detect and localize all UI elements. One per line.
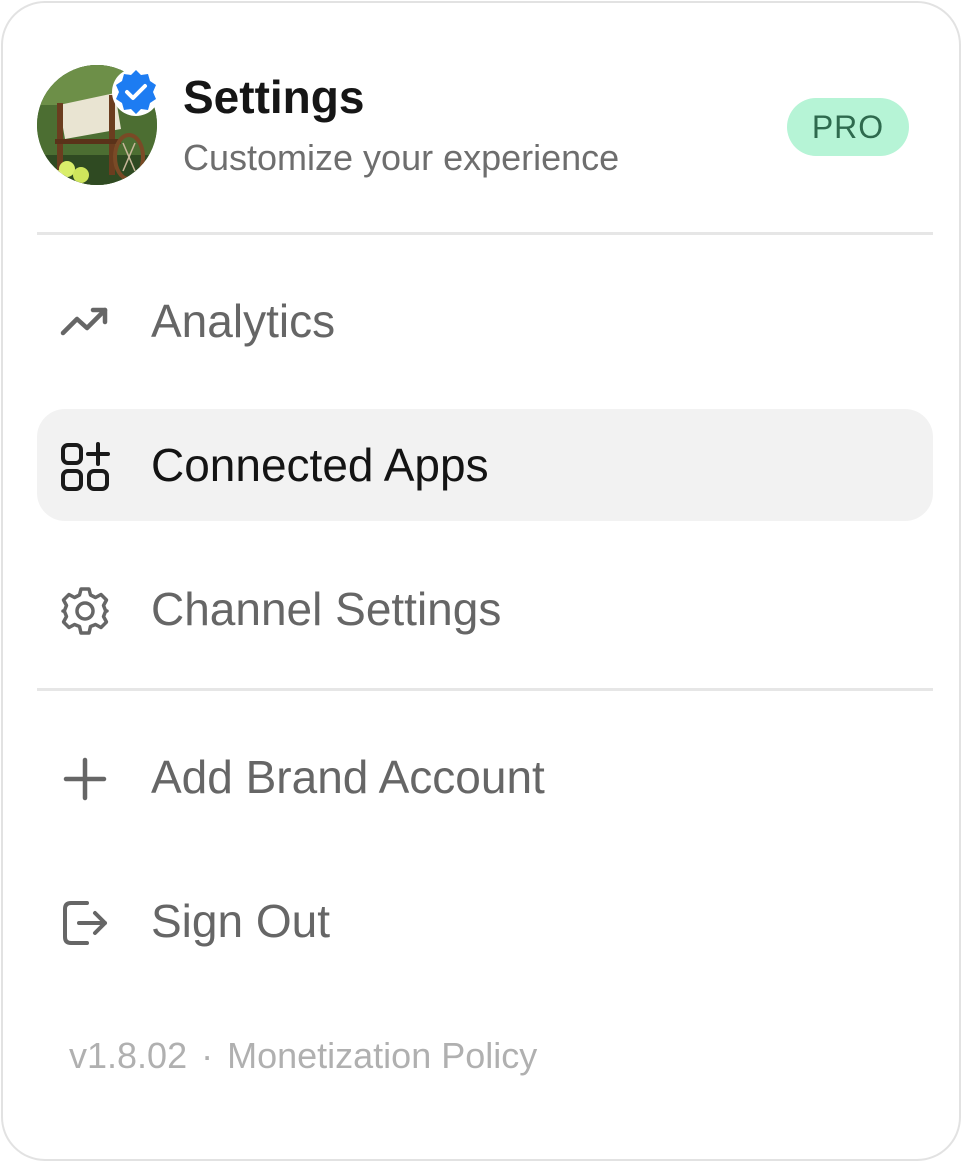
sign-out-icon bbox=[57, 895, 113, 951]
monetization-policy-link[interactable]: Monetization Policy bbox=[227, 1035, 537, 1076]
menu-item-label: Channel Settings bbox=[151, 583, 502, 635]
divider bbox=[37, 232, 933, 235]
menu-item-channel-settings[interactable]: Channel Settings bbox=[37, 553, 933, 665]
verified-badge-icon bbox=[111, 67, 161, 117]
pro-badge: PRO bbox=[787, 98, 909, 156]
settings-menu-card: Settings Customize your experience PRO A… bbox=[1, 1, 961, 1161]
profile-header: Settings Customize your experience PRO bbox=[37, 65, 917, 189]
menu-item-analytics[interactable]: Analytics bbox=[37, 265, 933, 377]
gear-icon bbox=[57, 583, 113, 639]
add-brand-account-button[interactable]: Add Brand Account bbox=[37, 721, 933, 833]
footer: v1.8.02 · Monetization Policy bbox=[69, 1033, 537, 1079]
menu-item-label: Sign Out bbox=[151, 895, 330, 947]
footer-separator: · bbox=[201, 1035, 214, 1076]
page-title: Settings bbox=[183, 71, 365, 123]
plus-icon bbox=[57, 751, 113, 807]
menu-item-connected-apps[interactable]: Connected Apps bbox=[37, 409, 933, 521]
sign-out-button[interactable]: Sign Out bbox=[37, 865, 933, 977]
divider bbox=[37, 688, 933, 691]
page-subtitle: Customize your experience bbox=[183, 137, 620, 178]
menu-item-label: Analytics bbox=[151, 295, 336, 347]
menu-item-label: Connected Apps bbox=[151, 439, 489, 491]
version-label: v1.8.02 bbox=[69, 1035, 188, 1076]
trending-up-icon bbox=[57, 295, 113, 351]
menu-item-label: Add Brand Account bbox=[151, 751, 545, 803]
apps-add-icon bbox=[57, 439, 113, 495]
